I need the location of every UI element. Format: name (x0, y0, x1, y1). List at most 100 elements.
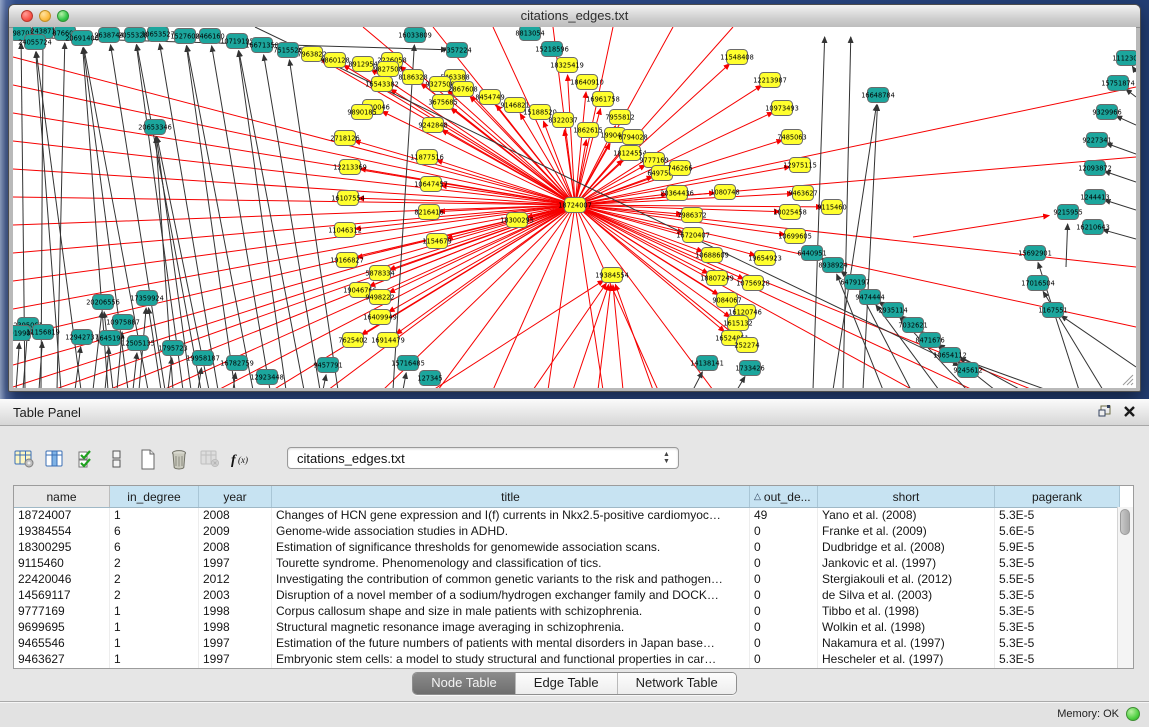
network-node[interactable]: 11548408 (720, 50, 754, 65)
network-node[interactable]: 127345 (417, 371, 442, 386)
network-node[interactable]: 12923448 (250, 370, 284, 385)
network-node[interactable]: 9463627 (788, 186, 817, 201)
table-panel-header[interactable]: Table Panel (0, 399, 1149, 426)
network-node[interactable]: 6440951 (797, 246, 826, 261)
network-node[interactable]: 9860128 (320, 53, 349, 68)
table-row[interactable]: 1872400712008Changes of HCN gene express… (14, 508, 1133, 524)
network-node[interactable]: 7032621 (898, 318, 927, 333)
float-window-icon[interactable] (1097, 404, 1113, 419)
network-node[interactable]: 2867608 (448, 82, 477, 97)
tab-node-table[interactable]: Node Table (413, 673, 516, 694)
network-node[interactable]: 9498222 (365, 290, 394, 305)
network-node[interactable]: 1080748 (710, 185, 739, 200)
network-node[interactable]: 11046312 (328, 223, 362, 238)
citation-network-svg[interactable]: 1987032438718766032405572420691406963874… (13, 27, 1136, 388)
network-node[interactable]: 8938924 (818, 258, 847, 273)
table-row[interactable]: 911546021997Tourette syndrome. Phenomeno… (14, 556, 1133, 572)
network-node[interactable]: 7485063 (777, 130, 806, 145)
network-node[interactable]: 16720407 (676, 228, 710, 243)
network-node[interactable]: 20364436 (660, 186, 694, 201)
network-node[interactable]: 1615132 (723, 316, 752, 331)
network-node[interactable]: 18325419 (550, 58, 584, 73)
network-node[interactable]: 5878334 (365, 266, 394, 281)
network-node[interactable]: 8216416 (414, 205, 443, 220)
function-builder-icon[interactable]: f(x) (230, 447, 252, 471)
table-row[interactable]: 946362711997Embryonic stem cells: a mode… (14, 652, 1133, 668)
network-node[interactable]: 7986372 (677, 208, 706, 223)
column-header-in_degree[interactable]: in_degree (110, 486, 199, 507)
table-row[interactable]: 2242004622012Investigating the contribut… (14, 572, 1133, 588)
network-node[interactable]: 9245612 (953, 363, 982, 378)
network-node[interactable]: 6479197 (840, 275, 869, 290)
network-node[interactable]: 20653346 (138, 120, 172, 135)
network-node[interactable]: 15716485 (391, 356, 425, 371)
network-node[interactable]: 12213987 (753, 73, 787, 88)
network-node[interactable]: 7357224 (442, 43, 471, 58)
network-node[interactable]: 9242848 (418, 118, 447, 133)
table-selector-dropdown[interactable]: citations_edges.txt ▲▼ (287, 447, 679, 469)
network-node[interactable]: 8322037 (548, 113, 577, 128)
import-table-icon[interactable] (199, 447, 221, 471)
new-table-icon[interactable] (137, 447, 159, 471)
close-icon[interactable] (1123, 404, 1137, 419)
graph-window-titlebar[interactable]: citations_edges.txt (9, 5, 1140, 28)
select-columns-icon[interactable] (75, 447, 97, 471)
table-row[interactable]: 1456911722003Disruption of a novel membe… (14, 588, 1133, 604)
network-node[interactable]: 9329966 (1092, 105, 1121, 120)
network-node[interactable]: 9457791 (313, 358, 342, 373)
network-node[interactable]: 12093872 (1078, 161, 1112, 176)
network-node[interactable]: 1154679 (422, 234, 451, 249)
network-node[interactable]: 7625402 (338, 333, 367, 348)
vertical-scrollbar[interactable] (1117, 507, 1133, 668)
network-node[interactable]: 15218596 (535, 42, 569, 57)
network-node[interactable]: 8186328 (398, 70, 427, 85)
table-row[interactable]: 969969511998Structural magnetic resonanc… (14, 620, 1133, 636)
network-node[interactable]: 9890185 (347, 105, 376, 120)
table-row[interactable]: 1938455462009Genome-wide association stu… (14, 524, 1133, 540)
network-node[interactable]: 8471676 (915, 333, 944, 348)
network-node[interactable]: 1167551 (1038, 303, 1067, 318)
network-canvas[interactable]: 1987032438718766032405572420691406963874… (13, 27, 1136, 388)
network-node[interactable]: 18640910 (570, 75, 604, 90)
network-node[interactable]: 15692901 (1018, 246, 1052, 261)
network-node[interactable]: 9227341 (1082, 133, 1111, 148)
canvas-resize-grip[interactable] (1121, 373, 1134, 386)
network-node[interactable]: 12505135 (121, 336, 155, 351)
network-node[interactable]: 16107554 (331, 191, 365, 206)
column-header-out_de[interactable]: △out_de... (750, 486, 818, 507)
network-node[interactable]: 746266 (667, 161, 692, 176)
column-header-year[interactable]: year (199, 486, 272, 507)
network-node[interactable]: 19654923 (748, 251, 782, 266)
table-row[interactable]: 946554611997Estimation of the future num… (14, 636, 1133, 652)
network-node[interactable]: 1733426 (735, 361, 764, 376)
column-header-name[interactable]: name (14, 486, 110, 507)
network-node[interactable]: 17016504 (1021, 276, 1055, 291)
tab-network-table[interactable]: Network Table (618, 673, 736, 694)
network-node[interactable]: 16210643 (1076, 220, 1110, 235)
network-node[interactable]: 3675685 (428, 95, 457, 110)
network-node[interactable]: 1244413 (1080, 190, 1109, 205)
network-node[interactable]: 2935114 (878, 303, 907, 318)
network-node[interactable]: 1112304 (1112, 51, 1136, 66)
network-node[interactable]: 16033809 (398, 28, 432, 43)
network-node[interactable]: 11877516 (410, 150, 444, 165)
network-node[interactable]: 7955812 (605, 110, 634, 125)
delete-table-icon[interactable] (168, 447, 190, 471)
column-header-pagerank[interactable]: pagerank (995, 486, 1120, 507)
show-columns-icon[interactable] (44, 447, 66, 471)
network-node[interactable]: 20206556 (86, 295, 120, 310)
network-node[interactable]: 1795723 (158, 341, 187, 356)
network-node[interactable]: 19958187 (186, 351, 220, 366)
table-row[interactable]: 977716911998Corpus callosum shape and si… (14, 604, 1133, 620)
network-node[interactable]: 16648784 (861, 88, 895, 103)
network-node[interactable]: 19166827 (330, 253, 364, 268)
network-node[interactable]: 16914479 (371, 333, 405, 348)
network-node[interactable]: 6794028 (618, 130, 647, 145)
column-header-title[interactable]: title (272, 486, 750, 507)
column-header-short[interactable]: short (818, 486, 995, 507)
network-node[interactable]: 9474444 (855, 290, 884, 305)
network-node[interactable]: 9115460 (817, 200, 846, 215)
network-node[interactable]: 9215955 (1053, 205, 1082, 220)
network-node[interactable]: 1862615 (573, 123, 602, 138)
table-row[interactable]: 1830029562008Estimation of significance … (14, 540, 1133, 556)
